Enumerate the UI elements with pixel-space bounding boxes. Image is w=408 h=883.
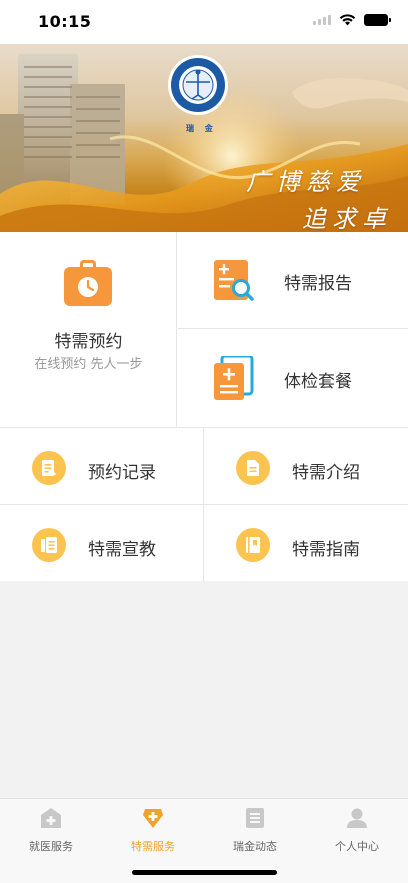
banner-slogan-line2: 追求卓越 [302,205,392,232]
guide-icon [236,528,270,562]
service-grid-top: 特需预约 在线预约 先人一步 特需报告 体检套餐 [0,232,408,427]
special-appointment-subtitle: 在线预约 先人一步 [34,357,143,372]
special-guide-item[interactable]: 特需指南 [204,505,408,582]
logo-text: 瑞 金 [186,124,217,133]
news-icon [246,808,264,828]
clock-bag-icon [64,260,112,306]
special-intro-item[interactable]: 特需介绍 [204,428,408,505]
special-report-label: 特需报告 [284,274,352,294]
special-guide-label: 特需指南 [292,540,360,560]
tab-medical-service[interactable]: 就医服务 [0,807,102,855]
tab-ruijin-news[interactable]: 瑞金动态 [204,807,306,855]
hospital-logo [168,55,228,115]
tab-personal-center[interactable]: 个人中心 [306,807,408,855]
special-report-card[interactable]: 特需报告 [178,232,408,329]
tab-personal-center-label: 个人中心 [335,840,379,853]
appointment-record-label: 预约记录 [88,463,156,483]
special-education-item[interactable]: 特需宣教 [0,505,204,582]
status-icons [313,14,391,26]
hands-illustration [292,78,408,109]
report-search-icon [214,260,254,301]
tab-special-service-label: 特需服务 [131,840,175,853]
hero-banner[interactable]: 瑞 金 广博慈爱 追求卓越 [0,44,408,232]
tab-medical-service-label: 就医服务 [29,840,73,853]
document-icon [236,451,270,485]
special-education-label: 特需宣教 [88,540,156,560]
wifi-icon [339,14,356,26]
appointment-record-item[interactable]: 预约记录 [0,428,204,505]
special-appointment-title: 特需预约 [54,332,123,352]
education-icon [32,528,66,562]
banner-slogan-line1: 广博慈爱 [246,168,366,196]
special-appointment-card[interactable]: 特需预约 在线预约 先人一步 [0,232,177,427]
tab-special-service[interactable]: 特需服务 [102,807,204,855]
tab-ruijin-news-label: 瑞金动态 [233,840,277,853]
cellular-signal-icon [313,15,331,25]
status-bar: 10:15 [0,0,408,44]
checkup-package-icon [214,356,254,400]
checkup-package-card[interactable]: 体检套餐 [178,330,408,427]
checkup-package-label: 体检套餐 [284,372,352,392]
hospital-icon [41,808,61,828]
special-service-icon [143,809,163,828]
record-icon [32,451,66,485]
battery-icon [364,14,391,26]
special-intro-label: 特需介绍 [292,463,360,483]
service-grid-bottom: 预约记录 特需介绍 特需宣教 特需指南 [0,427,408,582]
status-time: 10:15 [38,12,92,31]
user-icon [347,808,367,828]
home-indicator[interactable] [132,870,277,875]
